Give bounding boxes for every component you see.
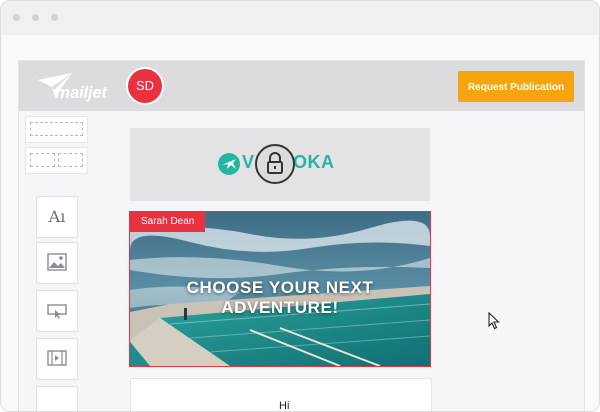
- image-tool[interactable]: [36, 242, 78, 284]
- social-tool[interactable]: [36, 386, 78, 411]
- window-dot: [13, 14, 20, 21]
- editor-app: mailjet SD Request Publication Aı V OKA …: [18, 60, 585, 412]
- lock-icon[interactable]: [255, 144, 295, 184]
- column-placeholder: [30, 122, 83, 136]
- button-icon: [47, 304, 67, 319]
- mailjet-logo[interactable]: mailjet: [36, 71, 136, 103]
- hero-headline: CHOOSE YOUR NEXT ADVENTURE!: [186, 278, 374, 317]
- button-tool[interactable]: [36, 290, 78, 332]
- column-placeholder: [30, 153, 55, 167]
- window-dot: [51, 14, 58, 21]
- logo-text: mailjet: [55, 83, 107, 102]
- user-avatar[interactable]: SD: [128, 69, 162, 103]
- browser-window: mailjet SD Request Publication Aı V OKA …: [0, 0, 600, 412]
- layout-one-column[interactable]: [25, 116, 88, 143]
- text-tool[interactable]: Aı: [36, 196, 78, 238]
- window-dot: [32, 14, 39, 21]
- editor-topbar: mailjet SD Request Publication: [19, 61, 584, 111]
- mouse-cursor-icon: [488, 312, 500, 330]
- video-tool[interactable]: [36, 338, 78, 380]
- hero-image-block[interactable]: Sarah Dean CHOOSE YOUR NEXT ADVENTURE!: [129, 211, 431, 367]
- text-content-block[interactable]: Hi: [130, 378, 432, 412]
- collaborator-name-tag: Sarah Dean: [130, 212, 206, 232]
- browser-chrome-bar: [1, 1, 599, 35]
- request-publication-button[interactable]: Request Publication: [458, 71, 574, 102]
- layout-two-columns[interactable]: [25, 147, 88, 174]
- email-header-block[interactable]: V OKA: [130, 128, 430, 201]
- image-icon: [47, 253, 67, 271]
- greeting-text: Hi: [279, 400, 290, 412]
- column-placeholder: [58, 153, 83, 167]
- plane-brand-icon: [218, 153, 240, 175]
- video-icon: [47, 350, 67, 366]
- text-icon: Aı: [48, 207, 66, 226]
